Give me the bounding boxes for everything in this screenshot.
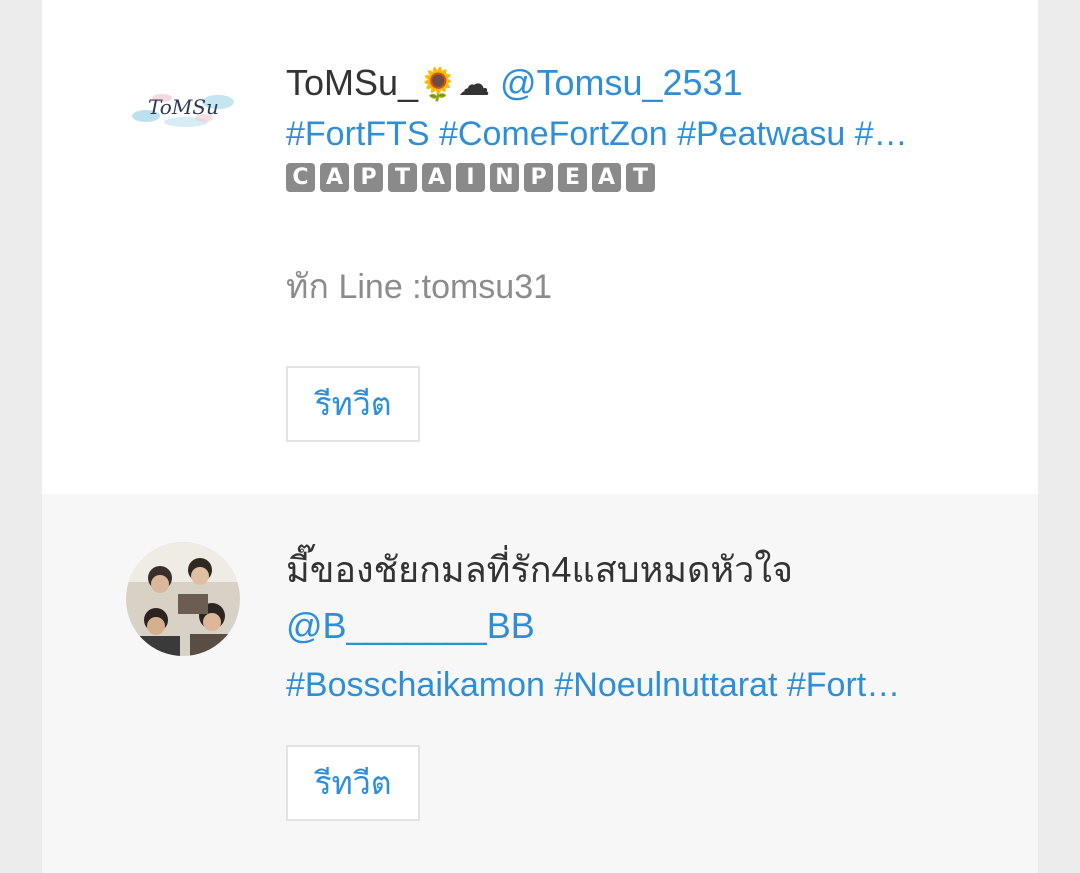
bio-note: ทัก Line :tomsu31 — [286, 268, 553, 306]
badge-letter: A — [422, 163, 451, 192]
hashtags[interactable]: #Bosschaikamon #Noeulnuttarat #Fort… — [286, 660, 936, 710]
badge-letter: A — [320, 163, 349, 192]
badge-letter: T — [388, 163, 417, 192]
user-handle[interactable]: @Tomsu_2531 — [500, 62, 743, 103]
retweet-button[interactable]: รีทวีต — [286, 366, 420, 442]
tweet-content: มี๊ของชัยกมลที่รัก4แสบหมดหัวใจ @B_______… — [286, 542, 946, 710]
badge-letter: P — [354, 163, 383, 192]
tweet-card[interactable]: ToMSu ToMSu_🌻☁ @Tomsu_2531 #FortFTS #Com… — [42, 0, 1038, 494]
badge-letter: N — [490, 163, 519, 192]
profile-photo — [126, 542, 240, 656]
avatar[interactable]: ToMSu — [126, 58, 240, 158]
badge-letter: E — [558, 163, 587, 192]
display-name[interactable]: ToMSu_ — [286, 62, 418, 103]
sunflower-cloud-icon: 🌻☁ — [418, 65, 490, 103]
captain-badge-letters: C A P T A I N P E A T — [286, 163, 946, 193]
tweet-card[interactable]: มี๊ของชัยกมลที่รัก4แสบหมดหัวใจ @B_______… — [42, 494, 1038, 873]
display-name[interactable]: มี๊ของชัยกมลที่รัก4แสบหมดหัวใจ — [286, 542, 946, 598]
badge-letter: C — [286, 163, 315, 192]
badge-letter: T — [626, 163, 655, 192]
hashtags[interactable]: #FortFTS #ComeFortZon #Peatwasu #… — [286, 109, 936, 159]
logo-wordmark: ToMSu — [148, 95, 219, 119]
badge-letter: I — [456, 163, 485, 192]
avatar[interactable] — [126, 542, 240, 656]
retweet-button[interactable]: รีทวีต — [286, 745, 420, 821]
logo-image: ToMSu — [126, 58, 240, 158]
tweet-feed: ToMSu ToMSu_🌻☁ @Tomsu_2531 #FortFTS #Com… — [42, 0, 1038, 873]
tweet-header: ToMSu_🌻☁ @Tomsu_2531 — [286, 58, 946, 109]
badge-letter: A — [592, 163, 621, 192]
badge-letter: P — [524, 163, 553, 192]
tweet-content: ToMSu_🌻☁ @Tomsu_2531 #FortFTS #ComeFortZ… — [286, 58, 946, 309]
user-handle[interactable]: @B_______BB — [286, 598, 946, 654]
